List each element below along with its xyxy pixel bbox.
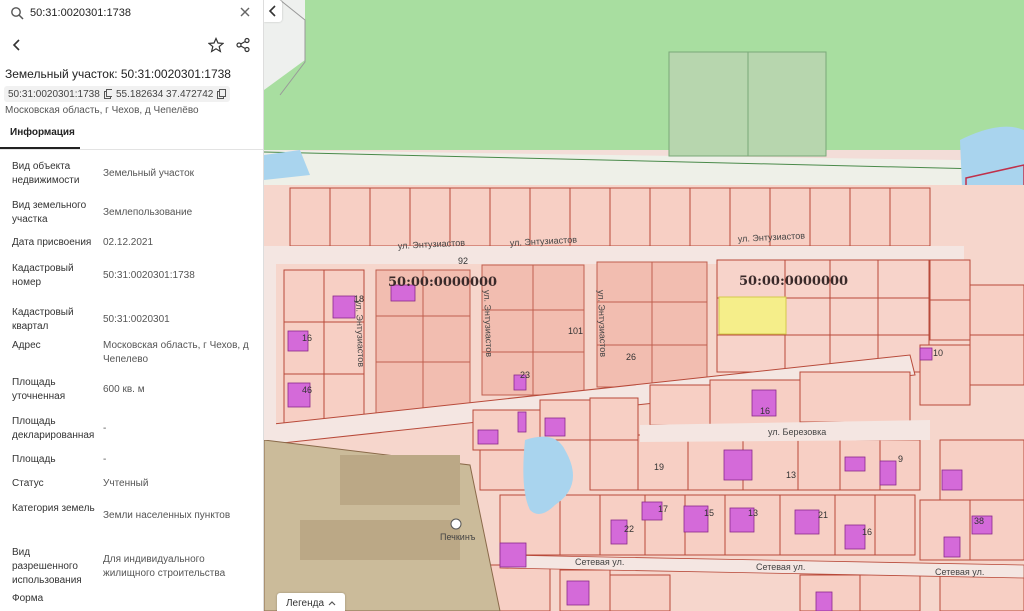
chevron-left-icon bbox=[268, 5, 276, 17]
info-key: Форма bbox=[12, 593, 44, 604]
poi-icon[interactable] bbox=[450, 518, 462, 530]
search-input[interactable] bbox=[30, 4, 230, 22]
info-value: Земельный участок bbox=[103, 168, 195, 179]
info-value: Земли населенных пунктов bbox=[103, 510, 231, 521]
info-key: Категория земель bbox=[12, 503, 95, 514]
parcel-number: 16 bbox=[862, 527, 872, 537]
divider bbox=[0, 149, 263, 150]
collapse-panel-button[interactable] bbox=[264, 0, 282, 22]
parcel-number: 46 bbox=[302, 385, 312, 395]
info-key: Вид разрешенного использования bbox=[12, 547, 82, 586]
quarter-label-1: 50:00:0000000 bbox=[388, 275, 497, 290]
coordinates-text: 55.182634 37.472742 bbox=[116, 88, 214, 100]
quarter-label-2: 50:00:0000000 bbox=[739, 274, 848, 289]
info-value: 50:31:0020301 bbox=[103, 314, 170, 325]
info-value: - bbox=[103, 423, 107, 434]
street-label: Сетевая ул. bbox=[756, 562, 805, 572]
object-info-panel: Земельный участок: 50:31:0020301:1738 50… bbox=[0, 0, 264, 611]
search-bar bbox=[0, 0, 263, 26]
legend-button[interactable]: Легенда bbox=[277, 593, 345, 611]
parcel-number: 26 bbox=[626, 352, 636, 362]
location-subtitle: Московская область, г Чехов, д Чепелёво bbox=[5, 105, 199, 116]
star-icon[interactable] bbox=[208, 37, 224, 53]
info-key: Кадастровый квартал bbox=[12, 307, 74, 332]
parcel-number: 19 bbox=[654, 462, 664, 472]
copy-icon[interactable] bbox=[217, 89, 227, 99]
parcel-number: 13 bbox=[748, 508, 758, 518]
close-icon[interactable] bbox=[238, 5, 252, 19]
info-value: 50:31:0020301:1738 bbox=[103, 270, 195, 281]
parcel-number: 21 bbox=[818, 510, 828, 520]
info-value: 02.12.2021 bbox=[103, 237, 154, 248]
legend-label: Легенда bbox=[285, 597, 325, 609]
share-icon[interactable] bbox=[235, 37, 251, 53]
info-value: - bbox=[103, 454, 107, 465]
parcel-number: 101 bbox=[568, 326, 583, 336]
object-title: Земельный участок: 50:31:0020301:1738 bbox=[5, 67, 231, 81]
info-key: Площадь bbox=[12, 454, 56, 465]
info-value: Учтенный bbox=[103, 478, 149, 489]
search-icon[interactable] bbox=[10, 6, 24, 20]
info-value: 600 кв. м bbox=[103, 384, 145, 395]
info-key: Адрес bbox=[12, 340, 41, 351]
info-key: Вид объекта недвижимости bbox=[12, 161, 80, 186]
parcel-number: 10 bbox=[933, 348, 943, 358]
parcel-number: 16 bbox=[302, 333, 312, 343]
chevron-up-icon bbox=[328, 601, 336, 606]
cadastral-number-chip[interactable]: 50:31:0020301:1738 bbox=[4, 86, 117, 102]
parcel-number: 16 bbox=[760, 406, 770, 416]
parcel-number: 18 bbox=[354, 294, 364, 304]
info-key: Площадь уточненная bbox=[12, 377, 66, 402]
cadastral-number-text: 50:31:0020301:1738 bbox=[8, 88, 100, 100]
info-value: Для индивидуального жилищного строительс… bbox=[103, 554, 226, 579]
parcel-number: 17 bbox=[658, 504, 668, 514]
info-key: Дата присвоения bbox=[12, 237, 92, 248]
back-icon[interactable] bbox=[10, 38, 24, 52]
info-value: Московская область, г Чехов, д Чепелево bbox=[103, 340, 249, 365]
selected-parcel[interactable] bbox=[718, 296, 787, 335]
parcel-number: 15 bbox=[704, 508, 714, 518]
info-value: Землепользование bbox=[103, 207, 193, 218]
street-label: Сетевая ул. bbox=[575, 557, 624, 567]
parcel-number: 22 bbox=[624, 524, 634, 534]
info-key: Статус bbox=[12, 478, 44, 489]
parcel-number: 23 bbox=[520, 370, 530, 380]
poi-label: Печкинъ bbox=[440, 532, 476, 542]
parcel-number: 13 bbox=[786, 470, 796, 480]
street-label: ул. Березовка bbox=[768, 427, 826, 437]
info-key: Площадь декларированная bbox=[12, 416, 95, 441]
parcel-number: 38 bbox=[974, 516, 984, 526]
info-key: Кадастровый номер bbox=[12, 263, 74, 288]
info-key: Вид земельного участка bbox=[12, 200, 87, 225]
tab-info[interactable]: Информация bbox=[10, 127, 75, 144]
parcel-number: 9 bbox=[898, 454, 903, 464]
parcel-number: 92 bbox=[458, 256, 468, 266]
forest-area bbox=[264, 0, 1024, 150]
street-label: Сетевая ул. bbox=[935, 567, 984, 577]
coordinates-chip[interactable]: 55.182634 37.472742 bbox=[112, 86, 231, 102]
